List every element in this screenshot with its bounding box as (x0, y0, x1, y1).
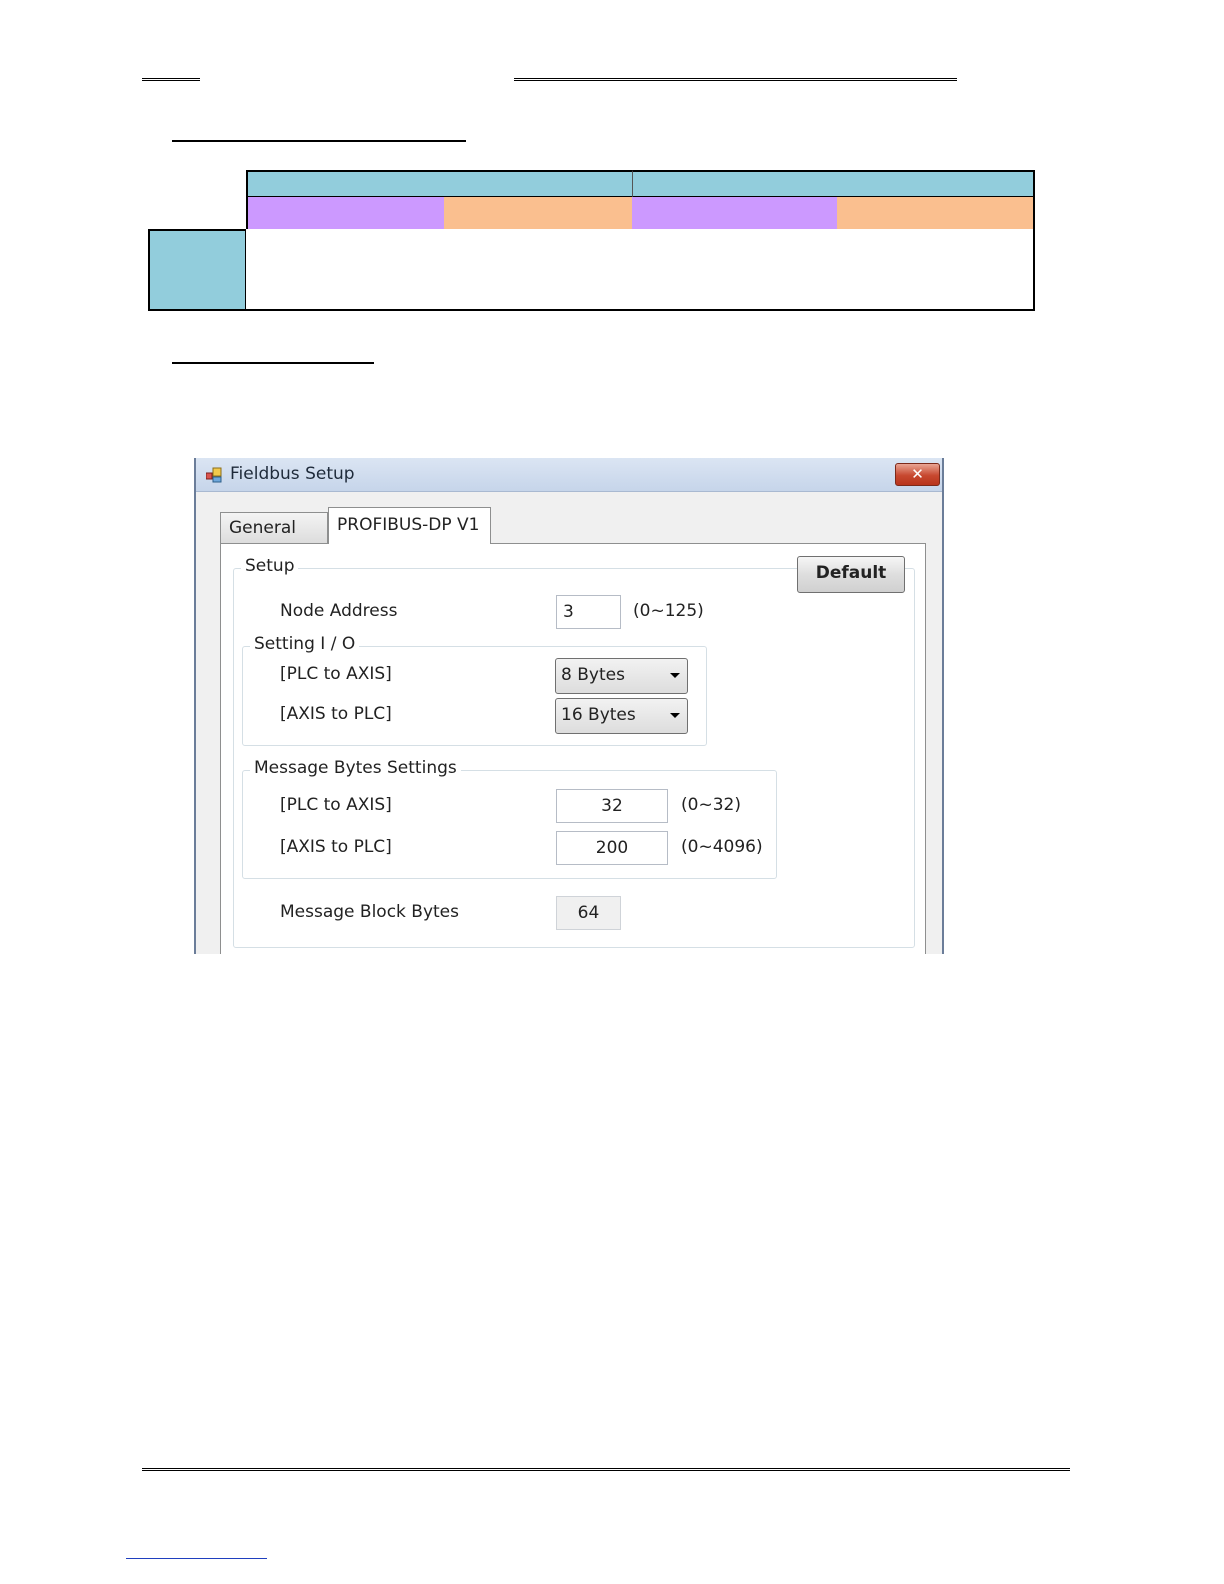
table-cell (246, 229, 445, 270)
msg-plc-to-axis-input[interactable]: 32 (556, 789, 668, 823)
table-cell (632, 269, 838, 311)
table-cell (837, 269, 1035, 311)
section-heading-underline-1 (172, 140, 466, 142)
app-window-icon (205, 467, 222, 483)
tab-label: General (229, 518, 296, 538)
footer-rule (142, 1468, 1070, 1471)
message-bytes-group-label: Message Bytes Settings (250, 758, 461, 778)
table-subheader-4 (837, 197, 1035, 230)
chevron-down-icon (670, 713, 680, 718)
fieldbus-setup-dialog: Fieldbus Setup ✕ General PROFIBUS-DP V1 … (194, 458, 944, 954)
io-axis-to-plc-value: 16 Bytes (561, 705, 636, 725)
chevron-down-icon (670, 673, 680, 678)
tab-profibus-dp-v1[interactable]: PROFIBUS-DP V1 (328, 507, 491, 544)
tab-general[interactable]: General (220, 512, 328, 544)
msg-plc-to-axis-range: (0~32) (681, 795, 741, 815)
io-axis-to-plc-select[interactable]: 16 Bytes (555, 698, 688, 734)
header-rule-left (142, 78, 200, 81)
table-cell (632, 229, 838, 270)
header-rule-right (514, 78, 957, 81)
title-bar[interactable]: Fieldbus Setup ✕ (196, 458, 942, 492)
message-block-bytes-label: Message Block Bytes (280, 902, 459, 922)
msg-axis-to-plc-label: [AXIS to PLC] (280, 837, 392, 857)
footer-link-underline (126, 1558, 267, 1559)
io-plc-to-axis-label: [PLC to AXIS] (280, 664, 392, 684)
message-bytes-group (242, 770, 777, 879)
close-icon: ✕ (911, 465, 924, 483)
section-heading-underline-2 (172, 362, 374, 364)
tab-panel: Setup Default Node Address 3 (0~125) Set… (220, 543, 926, 954)
setup-group-label: Setup (241, 556, 299, 576)
table-row-header-2 (148, 269, 247, 311)
default-button[interactable]: Default (797, 556, 905, 593)
node-address-input[interactable]: 3 (556, 595, 621, 629)
table-cell (444, 229, 633, 270)
close-button[interactable]: ✕ (895, 463, 940, 486)
table-header-group-1 (246, 170, 633, 198)
io-plc-to-axis-select[interactable]: 8 Bytes (555, 658, 688, 694)
data-table (148, 170, 1035, 311)
table-row-header-1 (148, 229, 247, 270)
msg-axis-to-plc-input[interactable]: 200 (556, 831, 668, 865)
io-plc-to-axis-value: 8 Bytes (561, 665, 625, 685)
msg-axis-to-plc-range: (0~4096) (681, 837, 763, 857)
msg-plc-to-axis-label: [PLC to AXIS] (280, 795, 392, 815)
io-axis-to-plc-label: [AXIS to PLC] (280, 704, 392, 724)
table-header-group-2 (632, 170, 1035, 198)
table-subheader-3 (632, 197, 838, 230)
message-block-bytes-value: 64 (556, 896, 621, 930)
node-address-range: (0~125) (633, 601, 704, 621)
tab-label: PROFIBUS-DP V1 (337, 515, 480, 535)
table-cell (246, 269, 445, 311)
table-subheader-2 (444, 197, 633, 230)
table-subheader-1 (246, 197, 445, 230)
table-cell (837, 229, 1035, 270)
window-title: Fieldbus Setup (230, 464, 355, 484)
setting-io-group-label: Setting I / O (250, 634, 360, 654)
table-cell (444, 269, 633, 311)
node-address-label: Node Address (280, 601, 398, 621)
